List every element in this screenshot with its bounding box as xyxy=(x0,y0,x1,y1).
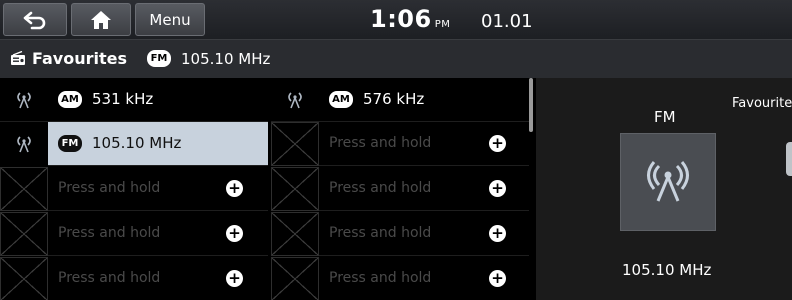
antenna-icon xyxy=(17,136,31,153)
preset-item[interactable]: AM 531 kHz xyxy=(0,78,268,122)
preset-placeholder: Press and hold xyxy=(329,225,432,241)
empty-slot-icon xyxy=(0,257,48,300)
current-frequency: 105.10 MHz xyxy=(181,50,271,68)
add-preset-icon[interactable]: + xyxy=(489,270,506,287)
home-button[interactable] xyxy=(71,3,131,36)
preset-frequency: 531 kHz xyxy=(92,90,154,108)
preset-placeholder: Press and hold xyxy=(58,180,161,196)
empty-slot-icon xyxy=(271,257,319,300)
back-button[interactable] xyxy=(3,3,67,36)
now-playing-panel: FM Favourite 105.10 MHz xyxy=(536,78,792,300)
now-playing-frequency: 105.10 MHz xyxy=(622,261,712,279)
empty-slot-icon xyxy=(271,212,319,256)
preset-item-empty[interactable]: Press and hold + xyxy=(271,212,529,256)
page-title: Favourites xyxy=(32,49,127,68)
date: 01.01 xyxy=(481,11,533,32)
preset-item-empty[interactable]: Press and hold + xyxy=(0,257,268,300)
preset-placeholder: Press and hold xyxy=(329,135,432,151)
preset-item-empty[interactable]: Press and hold + xyxy=(0,167,268,211)
preset-item-empty[interactable]: Press and hold + xyxy=(271,257,529,300)
add-preset-icon[interactable]: + xyxy=(226,225,243,242)
empty-slot-icon xyxy=(271,122,319,166)
add-preset-icon[interactable]: + xyxy=(489,135,506,152)
empty-slot-icon xyxy=(0,167,48,211)
side-panel-handle[interactable] xyxy=(786,142,792,176)
preset-placeholder: Press and hold xyxy=(58,225,161,241)
preset-placeholder: Press and hold xyxy=(329,270,432,286)
add-preset-icon[interactable]: + xyxy=(226,180,243,197)
preset-item-selected[interactable]: FM 105.10 MHz xyxy=(0,122,268,166)
list-scrollbar[interactable] xyxy=(529,78,533,132)
band-badge: AM xyxy=(58,90,82,108)
preset-slot-icon xyxy=(271,78,319,122)
clock: 1:06 PM xyxy=(370,5,450,33)
preset-label: AM 576 kHz xyxy=(329,90,424,108)
preset-item-empty[interactable]: Press and hold + xyxy=(271,122,529,166)
preset-item-empty[interactable]: Press and hold + xyxy=(271,167,529,211)
top-bar: Menu 1:06 PM 01.01 xyxy=(0,0,792,40)
clock-ampm: PM xyxy=(434,19,451,30)
preset-slot-icon xyxy=(0,122,48,166)
preset-frequency: 105.10 MHz xyxy=(92,134,182,152)
preset-label: FM 105.10 MHz xyxy=(58,134,181,152)
band-badge: FM xyxy=(147,50,171,67)
add-preset-icon[interactable]: + xyxy=(489,180,506,197)
preset-placeholder: Press and hold xyxy=(58,270,161,286)
add-preset-icon[interactable]: + xyxy=(226,270,243,287)
favourites-label: Favourite xyxy=(732,96,792,111)
station-art xyxy=(620,133,716,231)
now-playing-band: FM xyxy=(654,108,676,126)
clock-time: 1:06 xyxy=(370,5,432,33)
add-preset-icon[interactable]: + xyxy=(489,225,506,242)
antenna-icon xyxy=(647,161,689,202)
antenna-icon xyxy=(17,92,31,109)
radio-icon xyxy=(11,51,25,65)
preset-slot-icon xyxy=(0,78,48,122)
band-badge: AM xyxy=(329,90,353,108)
title-bar: Favourites FM 105.10 MHz xyxy=(0,40,792,78)
empty-slot-icon xyxy=(0,212,48,256)
preset-frequency: 576 kHz xyxy=(363,90,425,108)
preset-item-empty[interactable]: Press and hold + xyxy=(0,212,268,256)
menu-button[interactable]: Menu xyxy=(135,3,205,36)
home-icon xyxy=(91,10,111,29)
preset-item[interactable]: AM 576 kHz xyxy=(271,78,529,122)
preset-placeholder: Press and hold xyxy=(329,180,432,196)
band-badge: FM xyxy=(58,134,82,152)
back-arrow-icon xyxy=(23,11,46,29)
antenna-icon xyxy=(288,92,302,109)
empty-slot-icon xyxy=(271,167,319,211)
preset-label: AM 531 kHz xyxy=(58,90,153,108)
